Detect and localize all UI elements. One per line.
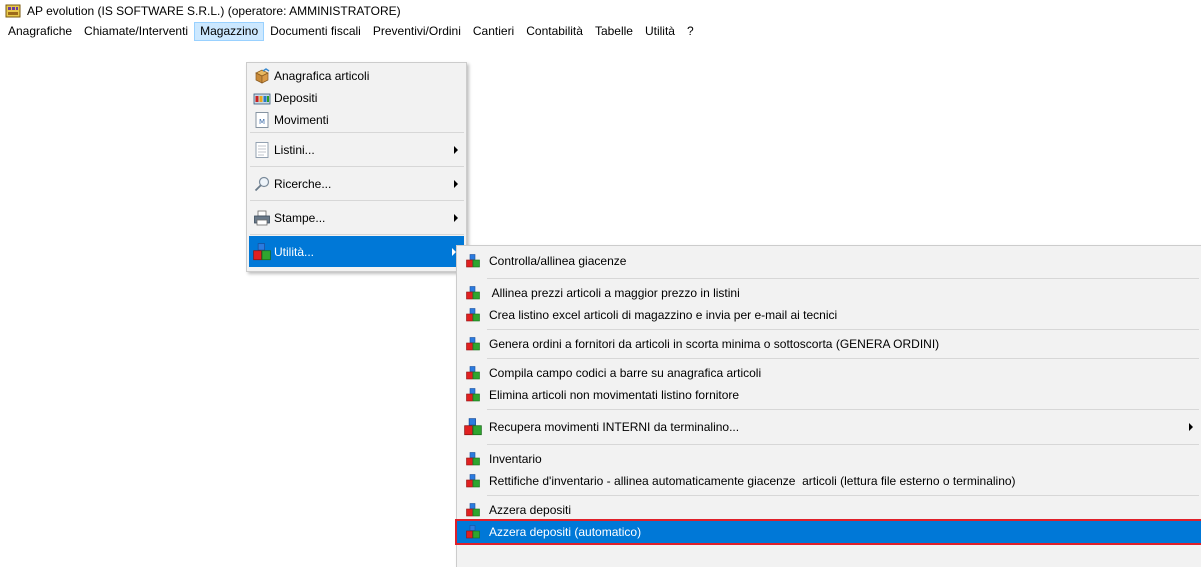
menu-item-movimenti[interactable]: M Movimenti (247, 109, 466, 131)
chevron-right-icon (454, 179, 458, 188)
menu-separator (487, 278, 1199, 279)
menu-item-rettifiche-inventario[interactable]: Rettifiche d'inventario - allinea automa… (457, 470, 1201, 492)
menu-separator (250, 234, 464, 235)
menubar-documenti-fiscali[interactable]: Documenti fiscali (264, 22, 367, 41)
menu-item-azzera-depositi[interactable]: Azzera depositi (457, 499, 1201, 521)
menu-item-label: Azzera depositi (489, 503, 572, 517)
window-title: AP evolution (IS SOFTWARE S.R.L.) (opera… (27, 4, 401, 18)
blocks-icon (466, 474, 480, 488)
menu-item-label: Listini... (274, 142, 315, 157)
utilita-submenu: Controlla/allinea giacenze Allinea prezz… (455, 245, 1201, 567)
menubar-anagrafiche[interactable]: Anagrafiche (2, 22, 78, 41)
menu-item-label: Depositi (274, 91, 318, 105)
menu-item-label: Rettifiche d'inventario - allinea automa… (489, 474, 1016, 488)
blocks-icon (466, 254, 480, 268)
menu-separator (487, 409, 1199, 410)
menubar-magazzino[interactable]: Magazzino (194, 22, 265, 41)
blocks-icon (466, 308, 480, 322)
menu-separator (250, 166, 464, 167)
box-icon (253, 67, 271, 85)
blocks-icon (466, 286, 480, 300)
menu-item-utilita[interactable]: Utilità... (249, 236, 464, 267)
menu-item-ricerche[interactable]: Ricerche... (247, 168, 466, 199)
menubar-tabelle[interactable]: Tabelle (589, 22, 639, 41)
blocks-icon (466, 452, 480, 466)
document-m-icon: M (253, 111, 271, 129)
title-bar: AP evolution (IS SOFTWARE S.R.L.) (opera… (0, 0, 1201, 22)
menubar-utilita[interactable]: Utilità (639, 22, 681, 41)
menu-item-listini[interactable]: Listini... (247, 134, 466, 165)
blocks-icon (253, 243, 271, 261)
menu-item-label: Anagrafica articoli (274, 69, 370, 83)
blocks-icon (464, 418, 482, 436)
menu-item-label: Controlla/allinea giacenze (489, 254, 627, 268)
menubar-cantieri[interactable]: Cantieri (467, 22, 520, 41)
warehouse-icon (253, 89, 271, 107)
menu-separator (487, 329, 1199, 330)
menu-item-label: Compila campo codici a barre su anagrafi… (489, 366, 762, 380)
menu-item-inventario[interactable]: Inventario (457, 448, 1201, 470)
menu-separator (487, 495, 1199, 496)
menu-item-allinea-prezzi[interactable]: Allinea prezzi articoli a maggior prezzo… (457, 282, 1201, 304)
menubar-help[interactable]: ? (681, 22, 700, 41)
printer-icon (253, 209, 271, 227)
menu-item-label: Ricerche... (274, 176, 332, 191)
menu-separator (487, 444, 1199, 445)
blocks-icon (466, 366, 480, 380)
menu-item-label: Recupera movimenti INTERNI da terminalin… (489, 420, 740, 434)
menu-item-label: Utilità... (274, 244, 315, 259)
menu-separator (487, 358, 1199, 359)
menu-item-label: Allinea prezzi articoli a maggior prezzo… (489, 286, 740, 300)
menu-item-label: Inventario (489, 452, 542, 466)
chevron-right-icon (1189, 423, 1193, 431)
menubar-chiamate-interventi[interactable]: Chiamate/Interventi (78, 22, 194, 41)
magnifier-icon (253, 175, 271, 193)
menu-separator (250, 200, 464, 201)
menu-item-genera-ordini[interactable]: Genera ordini a fornitori da articoli in… (457, 333, 1201, 355)
list-icon (253, 141, 271, 159)
menu-item-compila-codici-barre[interactable]: Compila campo codici a barre su anagrafi… (457, 362, 1201, 384)
blocks-icon (466, 525, 480, 539)
blocks-icon (466, 388, 480, 402)
blocks-icon (466, 503, 480, 517)
menu-item-recupera-movimenti[interactable]: Recupera movimenti INTERNI da terminalin… (457, 413, 1201, 441)
chevron-right-icon (454, 145, 458, 154)
menu-item-stampe[interactable]: Stampe... (247, 202, 466, 233)
ap-app-icon (5, 3, 21, 19)
menu-item-anagrafica-articoli[interactable]: Anagrafica articoli (247, 65, 466, 87)
menu-item-azzera-depositi-automatico[interactable]: Azzera depositi (automatico) (455, 519, 1201, 545)
menu-item-crea-listino-excel[interactable]: Crea listino excel articoli di magazzino… (457, 304, 1201, 326)
menu-item-label: Movimenti (274, 113, 329, 127)
menu-separator (250, 132, 464, 133)
blocks-icon (466, 337, 480, 351)
menu-item-controlla-allinea-giacenze[interactable]: Controlla/allinea giacenze (457, 247, 1201, 275)
menubar-preventivi-ordini[interactable]: Preventivi/Ordini (367, 22, 467, 41)
menu-item-label: Azzera depositi (automatico) (489, 525, 642, 539)
magazzino-menu: Anagrafica articoli Depositi M Movimenti (246, 62, 467, 272)
svg-text:M: M (259, 118, 265, 126)
menu-item-elimina-articoli[interactable]: Elimina articoli non movimentati listino… (457, 384, 1201, 406)
menu-item-label: Genera ordini a fornitori da articoli in… (489, 337, 940, 351)
menubar-contabilita[interactable]: Contabilità (520, 22, 589, 41)
menu-item-label: Stampe... (274, 210, 326, 225)
chevron-right-icon (454, 213, 458, 222)
menu-item-label: Elimina articoli non movimentati listino… (489, 388, 740, 402)
menu-item-label: Crea listino excel articoli di magazzino… (489, 308, 838, 322)
menu-item-depositi[interactable]: Depositi (247, 87, 466, 109)
menu-bar: Anagrafiche Chiamate/Interventi Magazzin… (0, 22, 1201, 41)
